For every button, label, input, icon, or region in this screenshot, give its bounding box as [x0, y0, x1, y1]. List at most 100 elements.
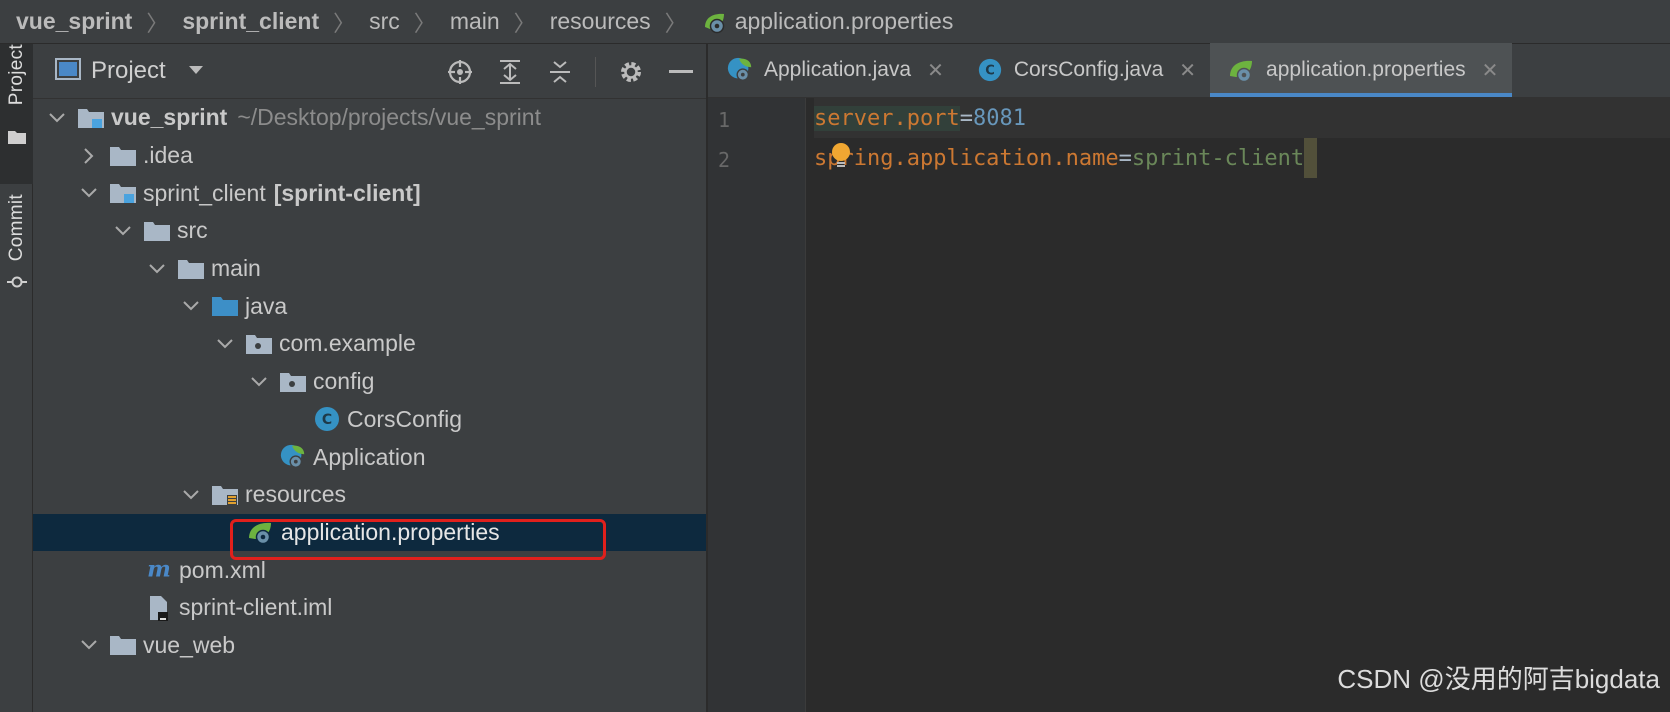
chevron-down-icon[interactable] [45, 106, 69, 130]
project-view-icon [55, 57, 81, 85]
line-number: 2 [718, 148, 731, 172]
tree-node-pom-xml[interactable]: m pom.xml [33, 551, 706, 589]
tool-tab-project-label: Project [5, 44, 27, 106]
module-file-icon [145, 594, 173, 622]
svg-text:C: C [985, 64, 995, 79]
breadcrumb-item-vue-sprint[interactable]: vue_sprint [16, 8, 132, 35]
tree-node-vue-sprint[interactable]: vue_sprint ~/Desktop/projects/vue_sprint [33, 99, 706, 137]
project-panel-title[interactable]: Project [91, 57, 166, 85]
line-number: 1 [718, 108, 731, 132]
spring-boot-class-icon [726, 56, 754, 84]
tree-node-java[interactable]: java [33, 287, 706, 325]
breadcrumb-file-label: application.properties [734, 8, 954, 34]
property-key: spring.application.name [814, 145, 1119, 171]
tree-node-label: sprint_client [143, 179, 266, 206]
chevron-down-icon[interactable] [179, 294, 203, 318]
tree-node-label: resources [245, 481, 346, 508]
tree-node-corsconfig[interactable]: C CorsConfig [33, 401, 706, 439]
tree-node-label: src [177, 217, 208, 244]
chevron-down-icon[interactable] [145, 257, 169, 281]
tree-node-module-name: [sprint-client] [273, 179, 421, 206]
folder-icon [109, 142, 137, 170]
tree-node-application[interactable]: Application [33, 438, 706, 476]
collapse-all-icon[interactable] [545, 57, 575, 87]
hide-panel-icon[interactable] [666, 57, 696, 87]
property-equals: = [959, 105, 973, 131]
chevron-down-icon[interactable] [77, 633, 101, 657]
tree-node-sprint-client[interactable]: sprint_client [sprint-client] [33, 174, 706, 212]
package-icon [245, 330, 273, 358]
tree-node-idea[interactable]: .idea [33, 137, 706, 175]
spring-properties-icon [1228, 56, 1256, 84]
folder-icon [143, 217, 171, 245]
breadcrumb: vue_sprint 〉 sprint_client 〉 src 〉 main … [0, 0, 1670, 44]
tree-node-label: config [313, 368, 375, 395]
chevron-down-icon[interactable] [179, 483, 203, 507]
chevron-down-icon[interactable] [213, 332, 237, 356]
chevron-right-icon[interactable] [77, 144, 101, 168]
project-panel-actions [445, 44, 696, 99]
module-folder-icon [109, 179, 137, 207]
close-icon[interactable]: ✕ [927, 58, 944, 83]
code-line-2[interactable]: spring.application.name = sprint-client [814, 138, 1318, 178]
tool-tab-commit[interactable]: Commit [0, 194, 33, 314]
tab-corsconfig-java[interactable]: C CorsConfig.java ✕ [958, 43, 1210, 97]
project-panel: Project vue_sprint ~/Desktop/projects/vu… [33, 44, 707, 712]
tree-node-iml[interactable]: sprint-client.iml [33, 589, 706, 627]
resources-folder-icon [211, 481, 239, 509]
tab-application-java[interactable]: Application.java ✕ [708, 43, 958, 97]
tree-node-label: CorsConfig [347, 405, 463, 432]
tree-node-com-example[interactable]: com.example [33, 325, 706, 363]
chevron-down-icon[interactable] [247, 370, 271, 394]
breadcrumb-item-sprint-client[interactable]: sprint_client [182, 8, 319, 35]
tool-tab-project[interactable]: Project [0, 44, 33, 184]
close-icon[interactable]: ✕ [1179, 58, 1196, 83]
tab-application-properties[interactable]: application.properties ✕ [1210, 43, 1513, 97]
chevron-down-icon[interactable] [111, 219, 135, 243]
code-line-1[interactable]: server.port = 8081 [814, 98, 1670, 138]
tool-window-strip: Project Commit [0, 44, 33, 712]
toolbar-divider [595, 56, 596, 87]
folder-icon [7, 129, 27, 150]
breadcrumb-separator-icon: 〉 [146, 10, 169, 36]
watermark: CSDN @没用的阿吉bigdata [1337, 664, 1660, 694]
tree-node-label: pom.xml [179, 556, 266, 583]
tree-node-label: java [245, 292, 288, 319]
locate-file-icon[interactable] [445, 57, 475, 87]
tab-label: Application.java [764, 58, 912, 81]
text-caret [1304, 138, 1318, 178]
spring-properties-icon [701, 8, 729, 36]
dropdown-arrow-icon[interactable] [188, 62, 204, 80]
java-class-icon: C [313, 405, 341, 433]
expand-all-icon[interactable] [495, 57, 525, 87]
intention-bulb-icon[interactable] [830, 142, 852, 178]
breadcrumb-item-src[interactable]: src [369, 8, 400, 35]
breadcrumb-item-file[interactable]: application.properties [701, 8, 954, 36]
tab-label: CorsConfig.java [1013, 58, 1164, 81]
gear-icon[interactable] [616, 57, 646, 87]
tree-node-resources[interactable]: resources [33, 476, 706, 514]
tree-node-src[interactable]: src [33, 212, 706, 250]
close-icon[interactable]: ✕ [1482, 58, 1499, 83]
maven-icon: m [145, 556, 173, 584]
module-folder-icon [77, 104, 105, 132]
line-number-gutter: 1 2 [708, 98, 806, 712]
chevron-down-icon[interactable] [77, 181, 101, 205]
breadcrumb-item-main[interactable]: main [450, 8, 500, 35]
tree-node-label: vue_sprint [111, 104, 228, 131]
tree-node-vue-web[interactable]: vue_web [33, 627, 706, 665]
svg-text:C: C [322, 412, 332, 428]
tree-node-application-properties[interactable]: application.properties [33, 513, 706, 560]
breadcrumb-item-resources[interactable]: resources [550, 8, 651, 35]
project-panel-header: Project [33, 44, 706, 99]
commit-icon [6, 275, 27, 294]
svg-text:m: m [147, 557, 171, 583]
breadcrumb-separator-icon: 〉 [513, 10, 536, 36]
tree-node-label: vue_web [143, 631, 236, 658]
code-editor[interactable]: server.port = 8081 spring.application.name… [814, 98, 1670, 712]
editor-area: Application.java ✕ C CorsConfig.java ✕ a… [708, 43, 1670, 712]
property-value: 8081 [972, 105, 1026, 131]
tree-node-main[interactable]: main [33, 250, 706, 288]
project-tree: vue_sprint ~/Desktop/projects/vue_sprint… [33, 99, 706, 664]
tree-node-config[interactable]: config [33, 363, 706, 401]
